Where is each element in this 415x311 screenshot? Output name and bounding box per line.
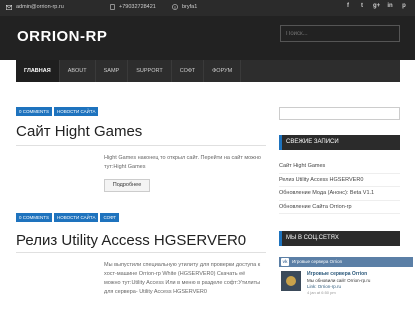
site-logo[interactable]: ORRION-RP (17, 28, 107, 45)
recent-post-link[interactable]: Обновление Сайта Orrion-rp (279, 201, 400, 214)
main-nav: ГЛАВНАЯ ABOUT SAMP SUPPORT СОФТ ФОРУМ (16, 60, 400, 82)
post-2-title[interactable]: Релиз Utility Access HGSERVER0 (16, 232, 246, 249)
contact-email[interactable]: admin@orrion-rp.ru (6, 4, 64, 10)
post-divider (16, 252, 266, 253)
contact-skype[interactable]: s bryfa1 (172, 4, 197, 10)
recent-post-link[interactable]: Релиз Utility Access HGSERVER0 (279, 174, 400, 187)
top-info-bar: admin@orrion-rp.ru +79032728421 s bryfa1… (0, 0, 415, 16)
social-links: f t g+ in p (345, 3, 407, 9)
post-1-excerpt: Hight Games наконец то открыл сайт. Пере… (104, 155, 261, 170)
nav-item-about[interactable]: ABOUT (60, 60, 96, 82)
contact-email-text: admin@orrion-rp.ru (16, 4, 64, 10)
facebook-icon[interactable]: f (345, 3, 351, 9)
vk-widget-bar: vk Игровые сервера Orrion (279, 257, 413, 267)
header-search-input[interactable] (280, 25, 400, 42)
twitter-icon[interactable]: t (359, 3, 365, 9)
category-tag[interactable]: НОВОСТИ САЙТА (54, 107, 99, 116)
sidebar-search-input[interactable] (279, 107, 400, 120)
google-plus-icon[interactable]: g+ (373, 3, 380, 9)
post-2-tags: 0 COMMENTS НОВОСТИ САЙТА СОФТ (16, 213, 120, 222)
site-header: ORRION-RP (0, 16, 415, 60)
linkedin-icon[interactable]: in (387, 3, 393, 9)
vk-group-name[interactable]: Игровые сервера Orrion (307, 271, 367, 277)
nav-item-soft[interactable]: СОФТ (172, 60, 205, 82)
vk-post-link[interactable]: Link: Orrion-rp.ru (307, 284, 341, 289)
nav-item-samp[interactable]: SAMP (96, 60, 129, 82)
category-tag[interactable]: НОВОСТИ САЙТА (54, 213, 99, 222)
recent-posts-list: Сайт Hight Games Релиз Utility Access HG… (279, 160, 400, 214)
post-1-title[interactable]: Сайт Hight Games (16, 123, 142, 140)
post-2-excerpt: Мы выпустили специальную утилиту для про… (104, 262, 261, 295)
contact-skype-text: bryfa1 (182, 4, 198, 10)
vk-bar-title: Игровые сервера Orrion (292, 259, 343, 264)
contact-phone[interactable]: +79032728421 (110, 4, 156, 10)
svg-text:s: s (174, 5, 176, 9)
vk-post-time: 4 jan at 6:50 pm (307, 290, 336, 295)
skype-icon: s (172, 4, 178, 10)
recent-posts-heading: СВЕЖИЕ ЗАПИСИ (279, 135, 400, 150)
phone-icon (110, 4, 115, 10)
contact-phone-text: +79032728421 (119, 4, 156, 10)
pinterest-icon[interactable]: p (401, 3, 407, 9)
vk-group-widget[interactable]: vk Игровые сервера Orrion Игровые сервер… (279, 254, 413, 311)
nav-item-forum[interactable]: ФОРУМ (204, 60, 242, 82)
post-divider (16, 145, 266, 146)
comments-tag[interactable]: 0 COMMENTS (16, 213, 53, 222)
post-1-tags: 0 COMMENTS НОВОСТИ САЙТА (16, 107, 99, 116)
nav-item-support[interactable]: SUPPORT (128, 60, 172, 82)
vk-icon: vk (281, 258, 289, 266)
vk-group-avatar[interactable] (281, 271, 301, 291)
envelope-icon (6, 4, 12, 10)
recent-post-link[interactable]: Обновление Мода (Анонс): Beta V1.1 (279, 187, 400, 201)
recent-post-link[interactable]: Сайт Hight Games (279, 160, 400, 174)
category-tag[interactable]: СОФТ (100, 213, 120, 222)
read-more-button[interactable]: Подробнее (104, 179, 150, 192)
social-heading: МЫ В СОЦ.СЕТЯХ (279, 231, 400, 246)
vk-post-text: Мы обновили сайт Orrion-rp.ru (307, 278, 371, 283)
comments-tag[interactable]: 0 COMMENTS (16, 107, 53, 116)
nav-item-home[interactable]: ГЛАВНАЯ (16, 60, 60, 82)
